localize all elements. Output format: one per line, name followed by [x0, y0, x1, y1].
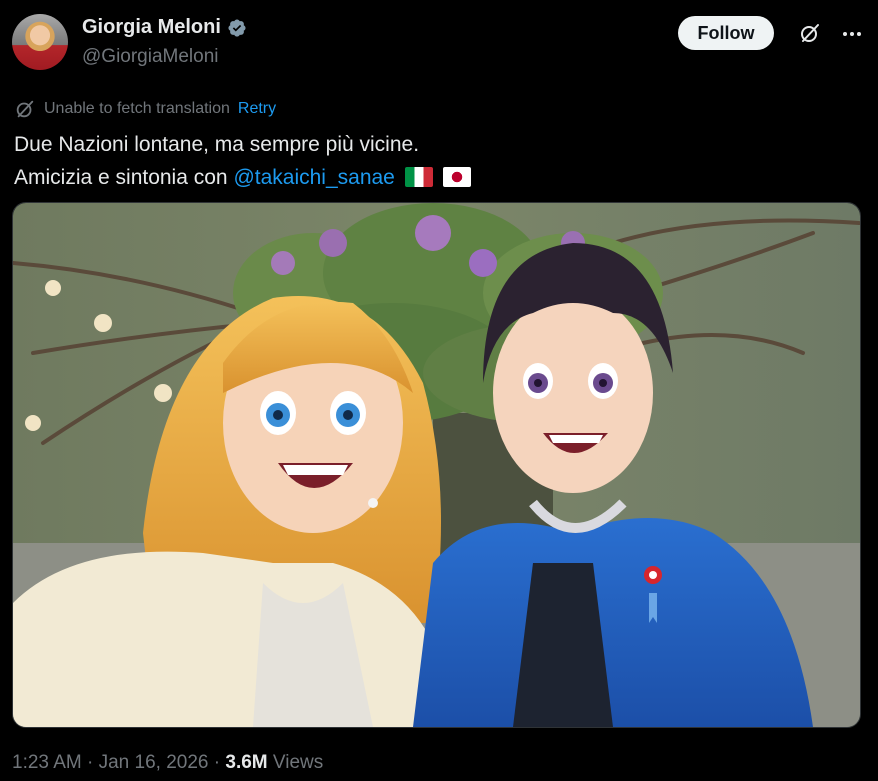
flag-italy-icon: [404, 167, 433, 187]
translation-message: Unable to fetch translation: [44, 100, 230, 117]
follow-button[interactable]: Follow: [678, 16, 774, 50]
illustration: [13, 203, 860, 727]
more-icon[interactable]: [840, 22, 864, 46]
grok-icon[interactable]: [798, 21, 822, 45]
author-display-name[interactable]: Giorgia Meloni: [82, 16, 221, 39]
translation-error-icon: [16, 100, 34, 118]
tweet-text: Due Nazioni lontane, ma sempre più vicin…: [14, 128, 864, 194]
tweet-line-1: Due Nazioni lontane, ma sempre più vicin…: [14, 133, 420, 156]
views-label: Views: [272, 752, 324, 773]
meta-separator: ·: [81, 752, 99, 773]
meta-separator-2: ·: [208, 752, 226, 773]
tweet-media-image[interactable]: [12, 202, 861, 728]
mention-link[interactable]: @takaichi_sanae: [233, 166, 394, 189]
tweet-line-2: Amicizia e sintonia con @takaichi_sanae: [14, 161, 864, 194]
retry-link[interactable]: Retry: [238, 100, 276, 118]
views-count: 3.6M: [225, 752, 268, 773]
avatar[interactable]: [12, 14, 68, 70]
tweet-date[interactable]: Jan 16, 2026: [99, 752, 209, 773]
flag-japan-icon: [442, 167, 471, 187]
translation-notice: Unable to fetch translation Retry: [14, 98, 276, 120]
tweet-time[interactable]: 1:23 AM: [12, 752, 82, 773]
tweet-line-2-text: Amicizia e sintonia con: [14, 166, 234, 189]
tweet-header: Giorgia Meloni @GiorgiaMeloni Follow: [12, 12, 866, 76]
author-name-row: Giorgia Meloni: [82, 16, 247, 39]
author-handle[interactable]: @GiorgiaMeloni: [82, 46, 219, 68]
tweet-meta: 1:23 AM · Jan 16, 2026 · 3.6M Views: [12, 752, 323, 774]
verified-badge-icon: [228, 18, 246, 37]
